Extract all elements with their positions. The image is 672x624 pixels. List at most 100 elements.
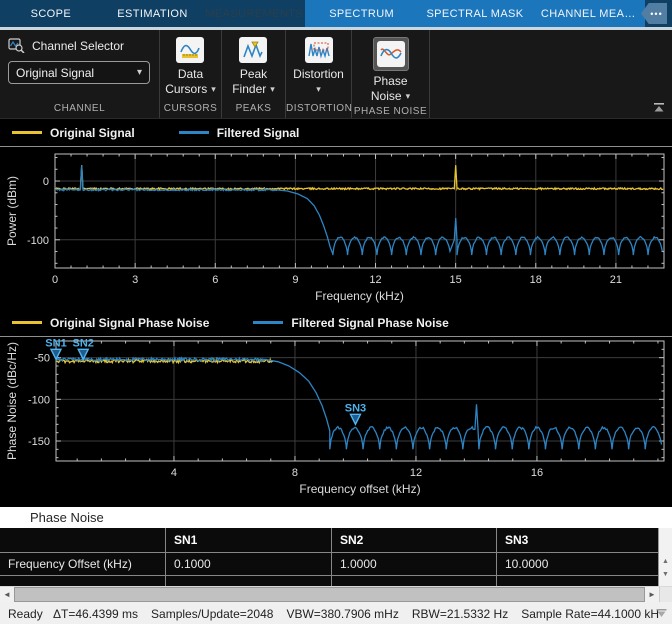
legend-line-blue	[179, 131, 209, 134]
phase-noise-label1: Phase	[373, 74, 407, 89]
svg-text:0: 0	[43, 176, 49, 188]
peak-finder-label2: Finder	[232, 82, 266, 97]
data-cursors-button[interactable]: Data Cursors ▾	[165, 30, 216, 97]
legend-item-original-signal: Original Signal	[12, 126, 135, 140]
tab-scope[interactable]: SCOPE	[0, 0, 102, 27]
horizontal-scrollbar[interactable]: ◄ ►	[0, 586, 672, 602]
chevron-down-icon: ▾	[211, 82, 216, 97]
phase-noise-table: SN1 SN2 SN3 Frequency Offset (kHz) 0.100…	[0, 528, 672, 586]
table-row-partial	[0, 576, 658, 586]
status-delta-t: ΔT=46.4399 ms	[53, 607, 138, 621]
svg-text:-50: -50	[34, 353, 50, 365]
toolstrip: Channel Selector Original Signal ▾ CHANN…	[0, 30, 672, 118]
collapse-toolstrip-icon[interactable]	[652, 102, 666, 113]
tab-spectrum[interactable]: SPECTRUM	[305, 0, 418, 27]
chevron-down-icon: ▾	[137, 67, 142, 78]
svg-text:12: 12	[410, 467, 422, 479]
phase-noise-button[interactable]: Phase Noise ▾	[371, 30, 410, 104]
phase-noise-label2: Noise	[371, 89, 402, 104]
phase-noise-selected-highlight	[373, 37, 409, 71]
svg-text:21: 21	[610, 274, 622, 286]
marker-sn3[interactable]: SN3	[345, 402, 366, 424]
svg-text:18: 18	[530, 274, 542, 286]
chevron-down-icon: ▾	[406, 89, 411, 104]
toolbar-spacer	[430, 30, 672, 118]
chevron-down-icon: ▾	[316, 82, 321, 97]
legend-label: Original Signal	[50, 126, 135, 140]
scope-display: Original Signal Filtered Signal 03691215…	[0, 118, 672, 501]
group-label-phase-noise: PHASE NOISE	[352, 104, 429, 119]
table-header-row: SN1 SN2 SN3	[0, 528, 658, 553]
channel-dropdown[interactable]: Original Signal ▾	[8, 61, 150, 84]
scrollbar-corner	[659, 587, 672, 602]
legend-line-blue	[253, 321, 283, 324]
header-cell-empty	[0, 528, 166, 552]
header-cell-sn1: SN1	[166, 528, 332, 552]
status-vbw: VBW=380.7906 mHz	[286, 607, 398, 621]
svg-text:4: 4	[171, 467, 177, 479]
peak-finder-icon	[239, 37, 267, 63]
legend-line-yellow	[12, 321, 42, 324]
data-cursors-label2: Cursors	[165, 82, 207, 97]
cell-sn1-value: 0.1000	[166, 553, 332, 575]
header-cell-sn3: SN3	[497, 528, 658, 552]
legend-item-filtered-phase-noise: Filtered Signal Phase Noise	[253, 316, 448, 330]
peak-finder-button[interactable]: Peak Finder ▾	[232, 30, 275, 97]
data-cursors-label1: Data	[178, 67, 203, 82]
scroll-up-icon[interactable]: ▲	[660, 556, 672, 567]
phase-noise-icon	[377, 41, 405, 67]
tab-spectral-mask[interactable]: SPECTRAL MASK	[418, 0, 531, 27]
tab-measurements[interactable]: MEASUREMENTS	[203, 0, 305, 27]
svg-text:0: 0	[52, 274, 58, 286]
group-label-channel: CHANNEL	[0, 101, 159, 118]
svg-text:8: 8	[292, 467, 298, 479]
svg-text:-100: -100	[28, 394, 50, 406]
svg-text:-100: -100	[27, 235, 49, 247]
svg-text:12: 12	[369, 274, 381, 286]
svg-text:15: 15	[450, 274, 462, 286]
tab-channel-measurements[interactable]: CHANNEL MEA…	[532, 0, 645, 27]
table-row: Frequency Offset (kHz) 0.1000 1.0000 10.…	[0, 553, 658, 576]
legend-line-yellow	[12, 131, 42, 134]
section-cursors: Data Cursors ▾ CURSORS	[160, 30, 222, 118]
cell-partial	[166, 576, 332, 586]
scroll-left-icon[interactable]: ◄	[0, 587, 14, 602]
scrollbar-thumb[interactable]	[14, 587, 645, 602]
tab-group-measurements: SPECTRUM SPECTRAL MASK CHANNEL MEA…	[305, 0, 645, 27]
channel-dropdown-value: Original Signal	[16, 66, 137, 80]
svg-text:Frequency (kHz): Frequency (kHz)	[315, 289, 404, 303]
phase-noise-plot[interactable]: 481216-50-100-150Frequency offset (kHz)P…	[0, 337, 672, 501]
cell-sn2-value: 1.0000	[332, 553, 497, 575]
dock-panel-icon[interactable]	[655, 608, 668, 618]
svg-text:16: 16	[531, 467, 543, 479]
group-label-distortion: DISTORTION	[286, 101, 351, 118]
scroll-right-icon[interactable]: ►	[645, 587, 659, 602]
peak-finder-label1: Peak	[240, 67, 267, 82]
tab-group-main: SCOPE ESTIMATION MEASUREMENTS	[0, 0, 305, 27]
table-vertical-scrollbar[interactable]: ▲ ▼	[658, 528, 672, 586]
tab-estimation[interactable]: ESTIMATION	[102, 0, 204, 27]
marker-sn2[interactable]: SN2	[73, 337, 94, 359]
channel-selector-icon	[8, 38, 25, 53]
cell-partial	[0, 576, 166, 586]
scroll-down-icon[interactable]: ▼	[660, 569, 672, 580]
distortion-button[interactable]: Distortion ▾	[293, 30, 344, 97]
svg-text:SN3: SN3	[345, 402, 366, 414]
svg-text:Phase Noise (dBc/Hz): Phase Noise (dBc/Hz)	[5, 342, 19, 460]
section-distortion: Distortion ▾ DISTORTION	[286, 30, 352, 118]
status-samples-update: Samples/Update=2048	[151, 607, 273, 621]
group-label-peaks: PEAKS	[222, 101, 285, 118]
status-sample-rate: Sample Rate=44.1000 kH	[521, 607, 659, 621]
legend-label: Original Signal Phase Noise	[50, 316, 209, 330]
status-bar: Ready ΔT=46.4399 ms Samples/Update=2048 …	[0, 602, 672, 624]
status-rbw: RBW=21.5332 Hz	[412, 607, 508, 621]
cell-partial	[332, 576, 497, 586]
row-label-frequency-offset: Frequency Offset (kHz)	[0, 553, 166, 575]
chevron-down-icon: ▾	[270, 82, 275, 97]
phase-noise-panel-title: Phase Noise	[0, 507, 672, 528]
svg-text:SN1: SN1	[45, 337, 66, 349]
spectrum-plot[interactable]: 0369121518210-100Frequency (kHz)Power (d…	[0, 147, 672, 309]
legend-item-filtered-signal: Filtered Signal	[179, 126, 300, 140]
channel-selector-button[interactable]: Channel Selector	[8, 38, 124, 53]
cell-partial	[497, 576, 658, 586]
